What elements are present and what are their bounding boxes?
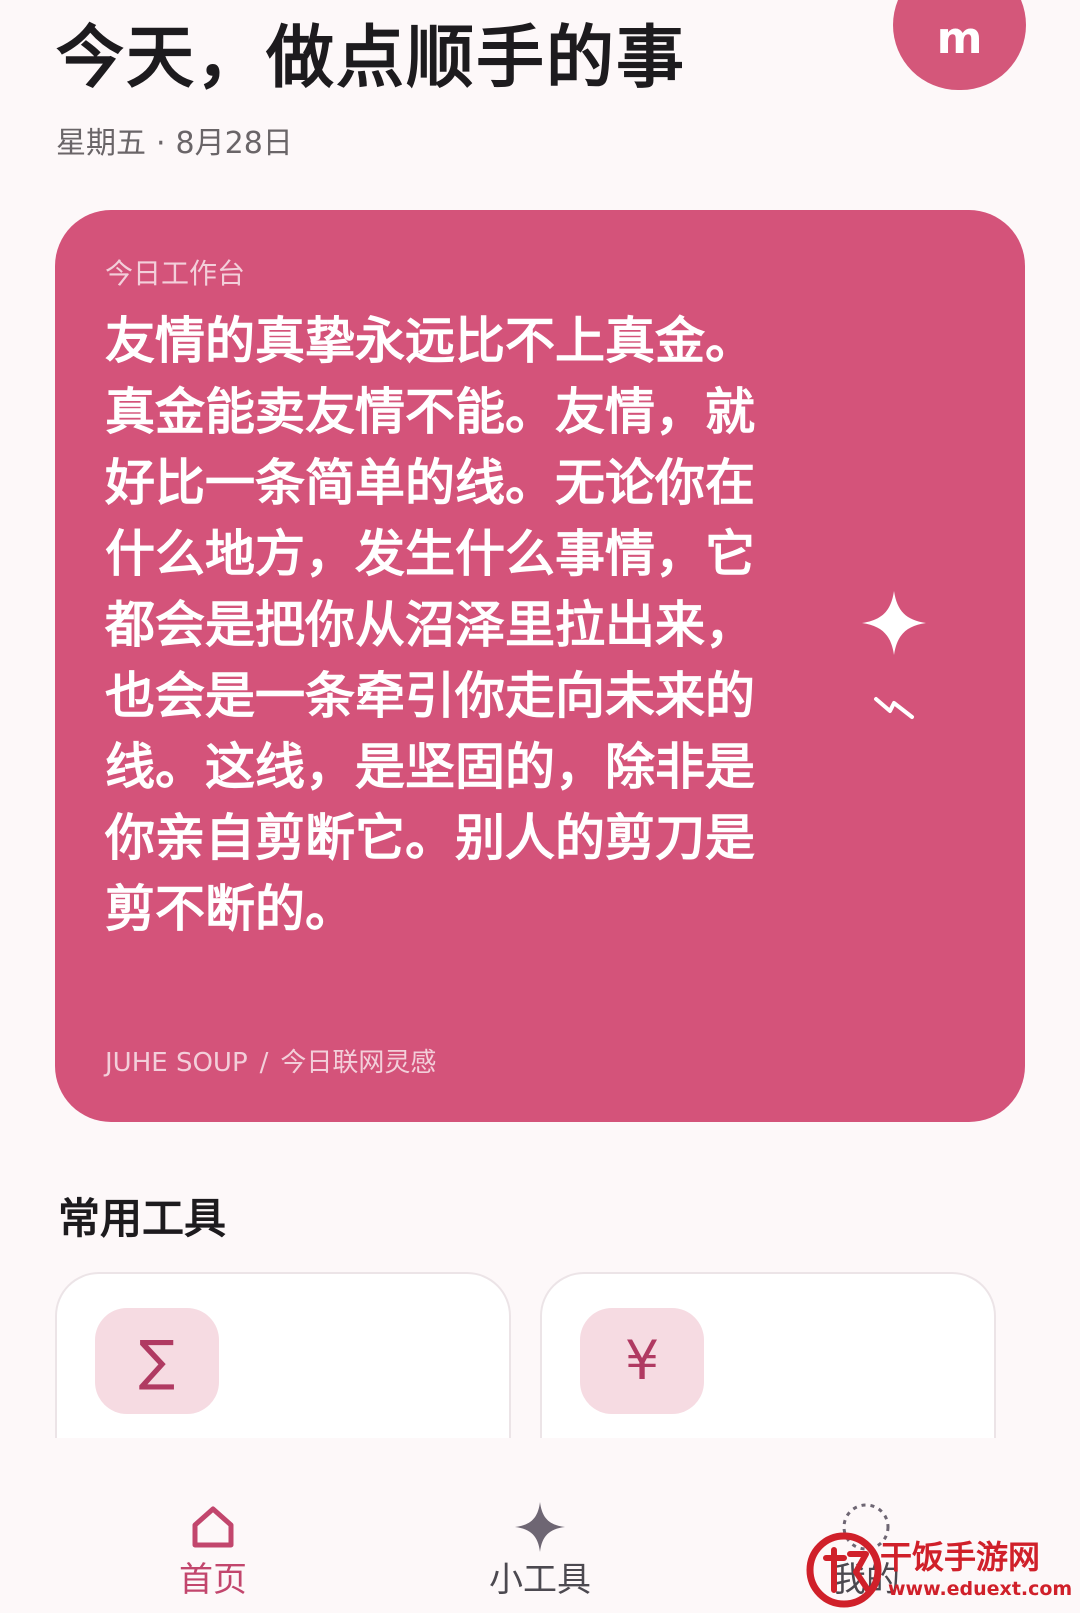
home-icon <box>113 1500 313 1554</box>
watermark-name: 干饭手游网 <box>880 1538 1041 1576</box>
sigma-icon: ∑ <box>95 1308 219 1414</box>
watermark: 干饭手游网 www.eduext.com <box>806 1528 1076 1608</box>
nav-item-tools[interactable]: 小工具 <box>440 1500 640 1602</box>
watermark-logo-icon <box>806 1532 882 1608</box>
nav-item-home[interactable]: 首页 <box>113 1500 313 1602</box>
date-label: 8月28日 <box>175 126 293 161</box>
sparkle-icon[interactable] <box>849 578 939 668</box>
source-brand: JUHE SOUP <box>105 1048 248 1078</box>
weekday-label: 星期五 <box>56 126 146 161</box>
sparkle-icon <box>440 1500 640 1554</box>
date-separator: · <box>156 126 166 161</box>
quote-source: JUHE SOUP / 今日联网灵感 <box>105 1042 436 1079</box>
avatar[interactable]: m <box>893 0 1026 90</box>
card-eyebrow: 今日工作台 <box>105 257 246 290</box>
bolt-icon[interactable] <box>869 682 919 732</box>
watermark-url: www.eduext.com <box>888 1578 1073 1600</box>
daily-quote-card[interactable]: 今日工作台 友情的真挚永远比不上真金。真金能卖友情不能。友情，就好比一条简单的线… <box>55 210 1025 1122</box>
source-separator: / <box>259 1048 269 1078</box>
nav-label-tools: 小工具 <box>489 1560 591 1600</box>
page-title: 今天，做点顺手的事 <box>56 19 687 98</box>
section-title-tools: 常用工具 <box>58 1194 227 1243</box>
source-label: 今日联网灵感 <box>280 1048 437 1078</box>
nav-label-home: 首页 <box>179 1560 247 1600</box>
quote-text: 友情的真挚永远比不上真金。真金能卖友情不能。友情，就好比一条简单的线。无论你在什… <box>105 312 755 938</box>
yen-icon: ¥ <box>580 1308 704 1414</box>
date-line: 星期五 · 8月28日 <box>56 118 293 162</box>
